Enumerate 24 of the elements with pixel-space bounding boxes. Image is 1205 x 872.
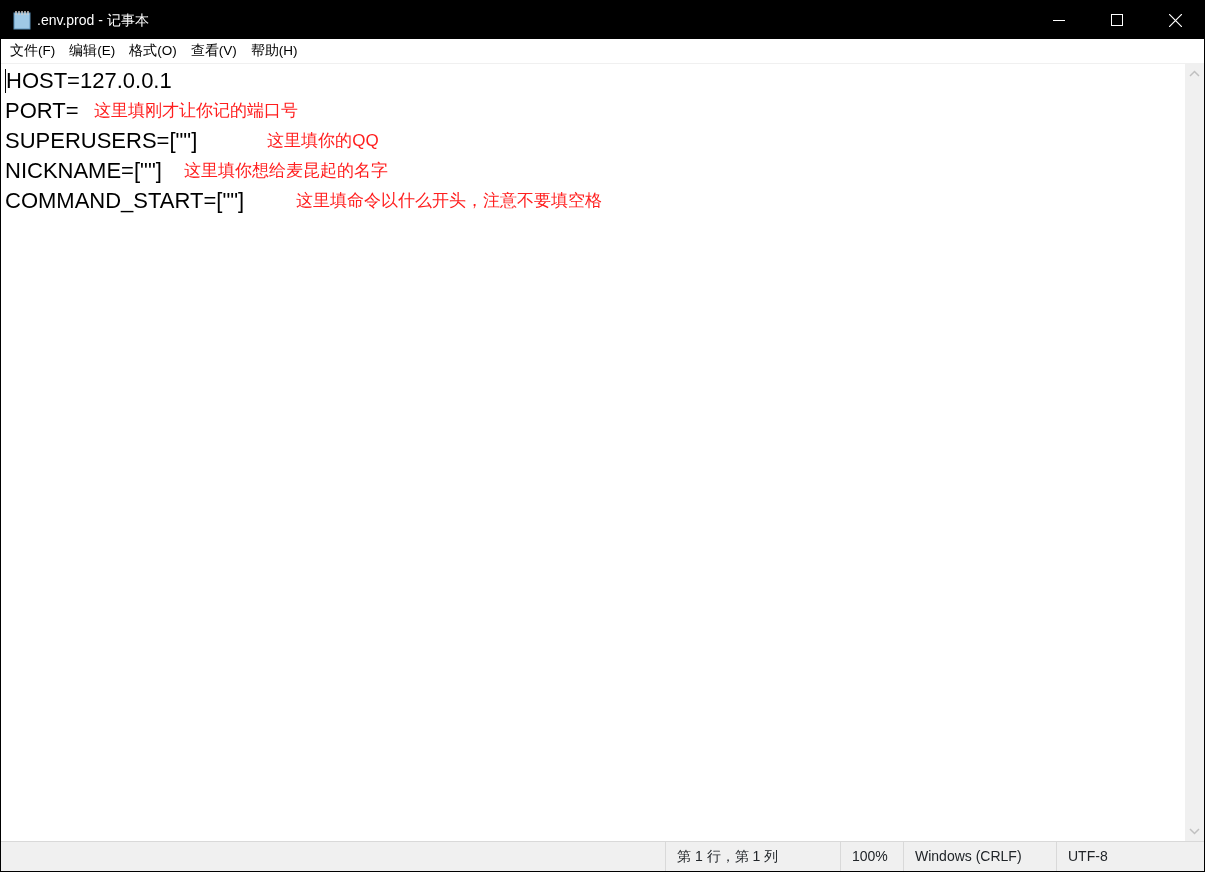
annotation-text: 这里填命令以什么开头，注意不要填空格 [296,190,603,213]
status-text: 第 1 行，第 1 列 [677,847,779,866]
annotation-text: 这里填刚才让你记的端口号 [93,100,298,123]
code-line: COMMAND_START=[""] [5,187,245,215]
text-editor[interactable]: HOST=127.0.0.1 PORT= 这里填刚才让你记的端口号 SUPERUSERS=[""] 这里填你的QQ NICKNAME=[""] 这里填你想给麦昆起的名字 COMMAND_START=[""] 这里填命令以什么开头，注意不要填空格 [1,64,1185,841]
window-title: .env.prod - 记事本 [37,10,149,30]
menu-item[interactable]: 帮助(H) [243,41,305,61]
menu-item[interactable]: 查看(V) [183,41,244,61]
status-text: UTF-8 [1068,847,1108,866]
code-line: SUPERUSERS=[""] [5,127,198,155]
code-line: PORT= [5,97,79,125]
code-line: NICKNAME=[""] [5,157,162,185]
notepad-icon [13,10,31,30]
status-text: 100% [852,847,888,866]
annotation-text: 这里填你想给麦昆起的名字 [183,160,388,183]
menu-item[interactable]: 格式(O) [122,41,184,61]
annotation-text: 这里填你的QQ [267,130,379,153]
close-icon[interactable] [1168,13,1182,27]
maximize-icon[interactable] [1111,14,1123,26]
text-cursor [5,69,6,93]
code-line: HOST=127.0.0.1 [6,67,172,95]
menu-item[interactable]: 文件(F) [3,41,63,61]
status-text: Windows (CRLF) [915,847,1022,866]
menu-item[interactable]: 编辑(E) [62,41,123,61]
